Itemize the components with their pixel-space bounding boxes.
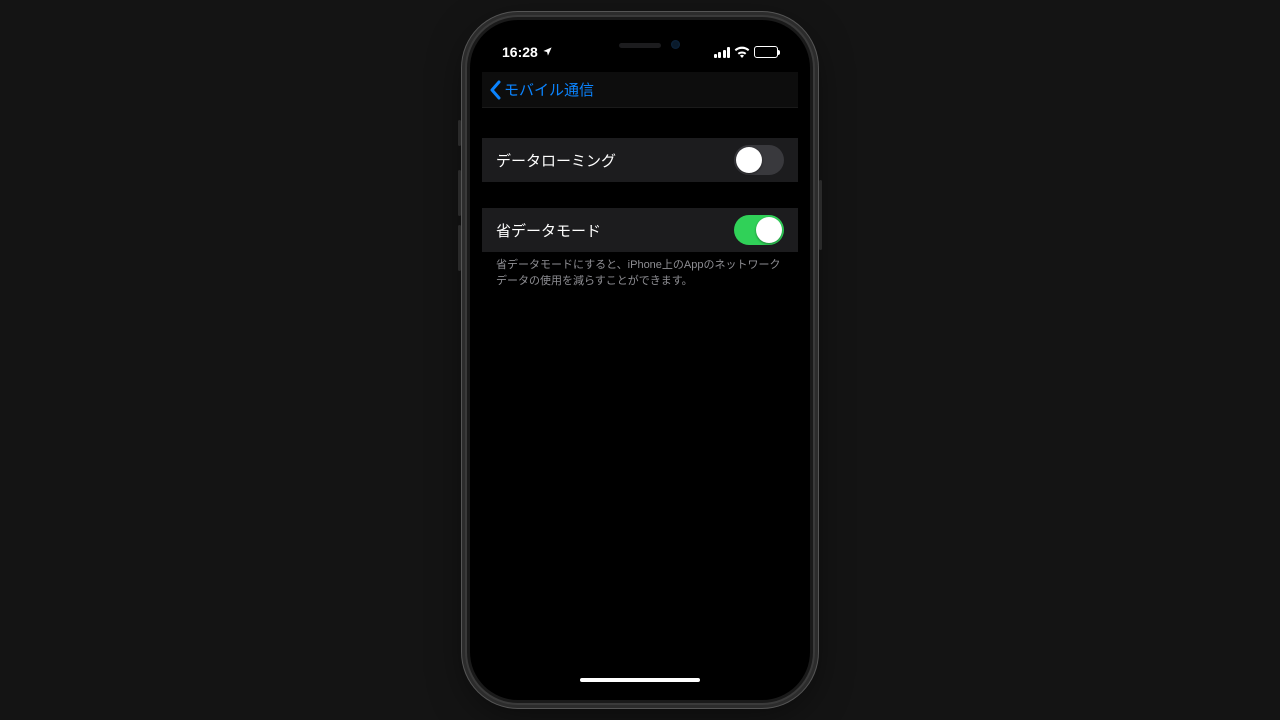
back-label: モバイル通信 bbox=[504, 79, 594, 100]
data-roaming-cell[interactable]: データローミング bbox=[482, 138, 798, 182]
speaker bbox=[619, 43, 661, 48]
screen: 16:28 bbox=[482, 32, 798, 688]
data-roaming-label: データローミング bbox=[496, 150, 616, 171]
low-data-mode-footer: 省データモードにすると、iPhone上のAppのネットワークデータの使用を減らす… bbox=[482, 252, 798, 290]
settings-content: データローミング 省データモード 省データモードにすると、iPhone上のApp… bbox=[482, 108, 798, 688]
chevron-left-icon bbox=[488, 80, 502, 100]
mute-switch bbox=[458, 120, 461, 146]
low-data-mode-label: 省データモード bbox=[496, 220, 601, 241]
notch bbox=[560, 32, 720, 58]
front-camera bbox=[671, 40, 680, 49]
low-data-mode-cell[interactable]: 省データモード bbox=[482, 208, 798, 252]
volume-down-button bbox=[458, 225, 461, 271]
low-data-mode-toggle[interactable] bbox=[734, 215, 784, 245]
nav-bar: モバイル通信 bbox=[482, 72, 798, 108]
status-time: 16:28 bbox=[502, 44, 538, 60]
volume-up-button bbox=[458, 170, 461, 216]
home-indicator[interactable] bbox=[580, 678, 700, 682]
wifi-icon bbox=[734, 46, 750, 58]
data-roaming-toggle[interactable] bbox=[734, 145, 784, 175]
back-button[interactable]: モバイル通信 bbox=[488, 79, 594, 100]
side-button bbox=[819, 180, 822, 250]
location-icon bbox=[542, 44, 553, 60]
phone-frame: 16:28 bbox=[470, 20, 810, 700]
battery-icon bbox=[754, 46, 778, 58]
